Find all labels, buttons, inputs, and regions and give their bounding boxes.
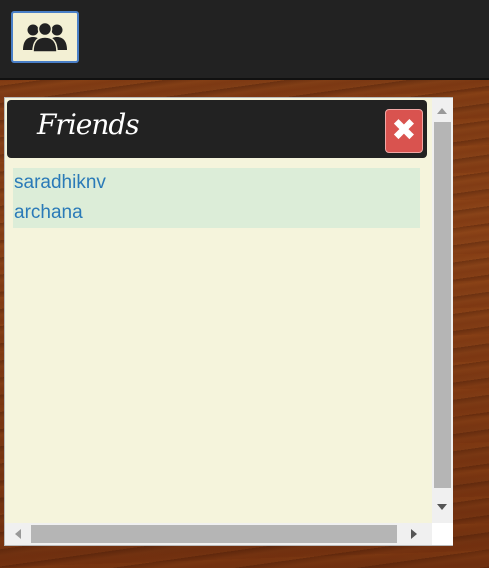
- friend-item[interactable]: archana: [13, 198, 420, 228]
- scroll-down-arrow-icon[interactable]: [437, 504, 447, 510]
- users-icon: [23, 21, 67, 53]
- top-bar: [0, 0, 489, 80]
- vertical-scrollbar[interactable]: [432, 98, 453, 523]
- scroll-right-arrow-icon[interactable]: [411, 529, 417, 539]
- friends-panel-header: Friends ✖: [7, 100, 427, 158]
- panel-title: Friends: [37, 108, 140, 141]
- vertical-scroll-thumb[interactable]: [434, 122, 451, 488]
- horizontal-scroll-thumb[interactable]: [31, 525, 397, 543]
- horizontal-scrollbar[interactable]: [5, 523, 432, 545]
- friends-panel: Friends ✖ saradhiknv archana: [4, 97, 453, 546]
- friends-toggle-button[interactable]: [11, 11, 79, 63]
- friend-item[interactable]: saradhiknv: [13, 168, 420, 198]
- scroll-up-arrow-icon[interactable]: [437, 108, 447, 114]
- friends-panel-content: Friends ✖ saradhiknv archana: [5, 98, 432, 523]
- close-button[interactable]: ✖: [385, 109, 423, 153]
- close-icon: ✖: [391, 113, 417, 148]
- scroll-left-arrow-icon[interactable]: [15, 529, 21, 539]
- friend-list: saradhiknv archana: [13, 168, 420, 228]
- scrollbar-corner: [432, 523, 453, 545]
